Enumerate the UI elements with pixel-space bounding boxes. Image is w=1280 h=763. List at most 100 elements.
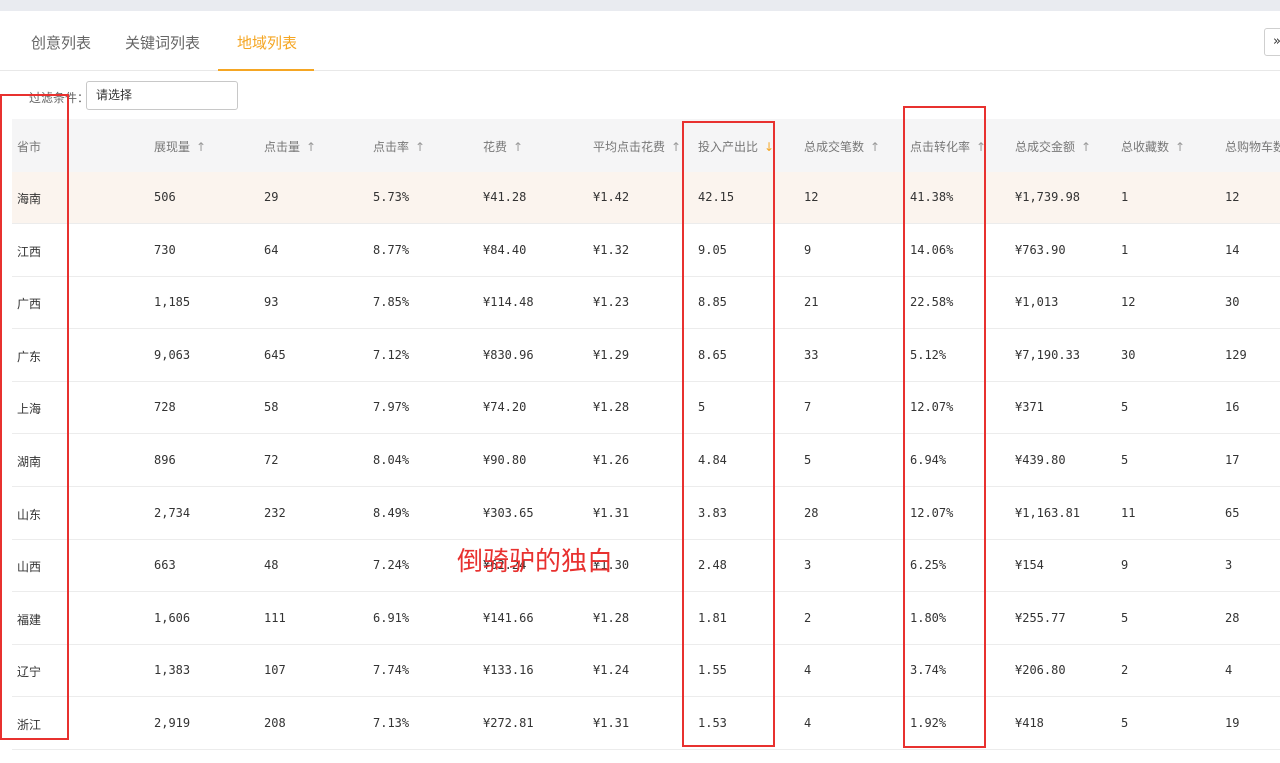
- column-header[interactable]: 总收藏数 ↑: [1121, 138, 1185, 155]
- table-cell: 12.07%: [910, 505, 954, 520]
- table-row[interactable]: 江西 730 64 8.77% ¥84.40 ¥1.32 9.05 9 14.06% ¥763.9…: [12, 225, 1280, 277]
- tab-creative-list[interactable]: 创意列表: [31, 32, 91, 53]
- filter-select[interactable]: 请选择: [86, 81, 238, 110]
- sort-asc-icon[interactable]: ↑: [1175, 140, 1185, 154]
- table-cell: 93: [264, 295, 279, 310]
- table-cell: 7.85%: [373, 295, 410, 310]
- table-row[interactable]: 山西 663 48 7.24% ¥62.24 ¥1.30 2.48 3 6.25% ¥154 9 3: [12, 540, 1280, 593]
- column-header[interactable]: 省市: [17, 138, 41, 155]
- column-header[interactable]: 点击量 ↑: [264, 138, 316, 155]
- sort-asc-icon[interactable]: ↑: [671, 140, 681, 154]
- table-cell: 3: [804, 558, 812, 573]
- tab-region-list[interactable]: 地域列表: [237, 32, 297, 53]
- table-cell: ¥7,190.33: [1015, 347, 1081, 362]
- table-cell: ¥154: [1015, 558, 1044, 573]
- table-header: 省市 展现量 ↑ 点击量 ↑ 点击率 ↑ 花费 ↑ 平均点击花费 ↑ 投入产出比 ↓ 总成交笔数 ↑ 点击转化…: [12, 119, 1280, 172]
- table-cell: 30: [1225, 295, 1240, 310]
- table-cell: 6.94%: [910, 453, 947, 467]
- column-header-label: 点击转化率: [910, 140, 971, 154]
- table-cell: 58: [264, 400, 279, 415]
- table-cell: ¥1,739.98: [1015, 190, 1081, 204]
- table-cell: 海南: [17, 192, 42, 206]
- table-cell: 506: [154, 190, 176, 204]
- table-cell: 33: [804, 347, 819, 362]
- table-cell: 14.06%: [910, 242, 954, 257]
- table-cell: ¥1.24: [593, 663, 630, 678]
- table-cell: 129: [1225, 347, 1247, 362]
- column-header[interactable]: 总购物车数: [1225, 138, 1280, 155]
- table-row[interactable]: 上海 728 58 7.97% ¥74.20 ¥1.28 5 7 12.07% ¥371 5 16: [12, 382, 1280, 435]
- table-cell: ¥1.26: [593, 453, 630, 467]
- table-cell: 12.07%: [910, 400, 954, 415]
- table-cell: ¥206.80: [1015, 663, 1066, 678]
- sort-asc-icon[interactable]: ↑: [513, 140, 523, 154]
- table-cell: 7.24%: [373, 558, 410, 573]
- column-header[interactable]: 展现量 ↑: [154, 138, 206, 155]
- table-cell: 17: [1225, 453, 1240, 467]
- sort-asc-icon[interactable]: ↑: [870, 140, 880, 154]
- table-cell: 1.55: [698, 663, 727, 678]
- table-cell: 5.73%: [373, 190, 410, 204]
- table-cell: 65: [1225, 505, 1240, 520]
- table-cell: 4: [804, 663, 812, 678]
- column-header[interactable]: 花费 ↑: [483, 138, 523, 155]
- table-row[interactable]: 山东 2,734 232 8.49% ¥303.65 ¥1.31 3.83 28 12.07% ¥…: [12, 488, 1280, 540]
- table-cell: 6.91%: [373, 610, 410, 625]
- sort-asc-icon[interactable]: ↑: [415, 140, 425, 154]
- table-cell: 1.80%: [910, 610, 947, 625]
- table-row[interactable]: 广西 1,185 93 7.85% ¥114.48 ¥1.23 8.85 21 22.58% ¥1…: [12, 277, 1280, 330]
- sort-desc-icon[interactable]: ↓: [764, 140, 774, 154]
- table-row[interactable]: 福建 1,606 111 6.91% ¥141.66 ¥1.28 1.81 2 1.80% ¥25…: [12, 593, 1280, 645]
- sort-asc-icon[interactable]: ↑: [1081, 140, 1091, 154]
- table-row[interactable]: 浙江 2,919 208 7.13% ¥272.81 ¥1.31 1.53 4 1.92% ¥41…: [12, 698, 1280, 750]
- table-cell: ¥1.32: [593, 242, 630, 257]
- column-header-label: 点击率: [373, 140, 410, 154]
- table-cell: 广东: [17, 349, 42, 364]
- column-header[interactable]: 平均点击花费 ↑: [593, 138, 681, 155]
- expand-button[interactable]: »: [1264, 28, 1280, 56]
- sort-asc-icon[interactable]: ↑: [196, 140, 206, 154]
- column-header[interactable]: 点击率 ↑: [373, 138, 425, 155]
- table-cell: 4: [1225, 663, 1233, 678]
- table-cell: 4: [804, 716, 812, 730]
- table-cell: 7: [804, 400, 812, 415]
- tab-keyword-list[interactable]: 关键词列表: [125, 32, 200, 53]
- table-cell: ¥1.31: [593, 716, 630, 730]
- table-cell: 4.84: [698, 453, 727, 467]
- table-cell: 41.38%: [910, 190, 954, 204]
- column-header[interactable]: 总成交笔数 ↑: [804, 138, 880, 155]
- table-cell: 30: [1121, 347, 1136, 362]
- table-cell: 3.83: [698, 505, 727, 520]
- table-cell: 5: [1121, 400, 1129, 415]
- table-cell: 6.25%: [910, 558, 947, 573]
- table-cell: 1.92%: [910, 716, 947, 730]
- table-cell: ¥141.66: [483, 610, 534, 625]
- table-row[interactable]: 辽宁 1,383 107 7.74% ¥133.16 ¥1.24 1.55 4 3.74% ¥20…: [12, 645, 1280, 698]
- column-header-label: 总成交笔数: [804, 140, 865, 154]
- table-cell: ¥1.29: [593, 347, 630, 362]
- table-cell: ¥418: [1015, 716, 1044, 730]
- table-cell: 22.58%: [910, 295, 954, 310]
- table-cell: 11: [1121, 505, 1136, 520]
- table-row[interactable]: 海南 506 29 5.73% ¥41.28 ¥1.42 42.15 12 41.38% ¥1,7…: [12, 172, 1280, 224]
- column-header[interactable]: 投入产出比 ↓: [698, 138, 774, 155]
- table-row[interactable]: 湖南 896 72 8.04% ¥90.80 ¥1.26 4.84 5 6.94% ¥439.80…: [12, 435, 1280, 487]
- column-header-label: 总收藏数: [1121, 140, 1170, 154]
- active-tab-indicator: [218, 69, 314, 71]
- table-row[interactable]: 广东 9,063 645 7.12% ¥830.96 ¥1.29 8.65 33 5.12% ¥7…: [12, 330, 1280, 382]
- table-cell: ¥439.80: [1015, 453, 1066, 467]
- table-cell: 8.04%: [373, 453, 410, 467]
- table-cell: 29: [264, 190, 279, 204]
- column-header[interactable]: 总成交金额 ↑: [1015, 138, 1091, 155]
- table-cell: 16: [1225, 400, 1240, 415]
- table-cell: 28: [1225, 610, 1240, 625]
- table-cell: 9: [1121, 558, 1129, 573]
- table-cell: ¥1,163.81: [1015, 505, 1081, 520]
- table-cell: 8.65: [698, 347, 727, 362]
- table-cell: 湖南: [17, 455, 42, 469]
- sort-asc-icon[interactable]: ↑: [306, 140, 316, 154]
- table-cell: 5: [698, 400, 706, 415]
- column-header[interactable]: 点击转化率 ↑: [910, 138, 986, 155]
- sort-asc-icon[interactable]: ↑: [976, 140, 986, 154]
- table-cell: 14: [1225, 242, 1240, 257]
